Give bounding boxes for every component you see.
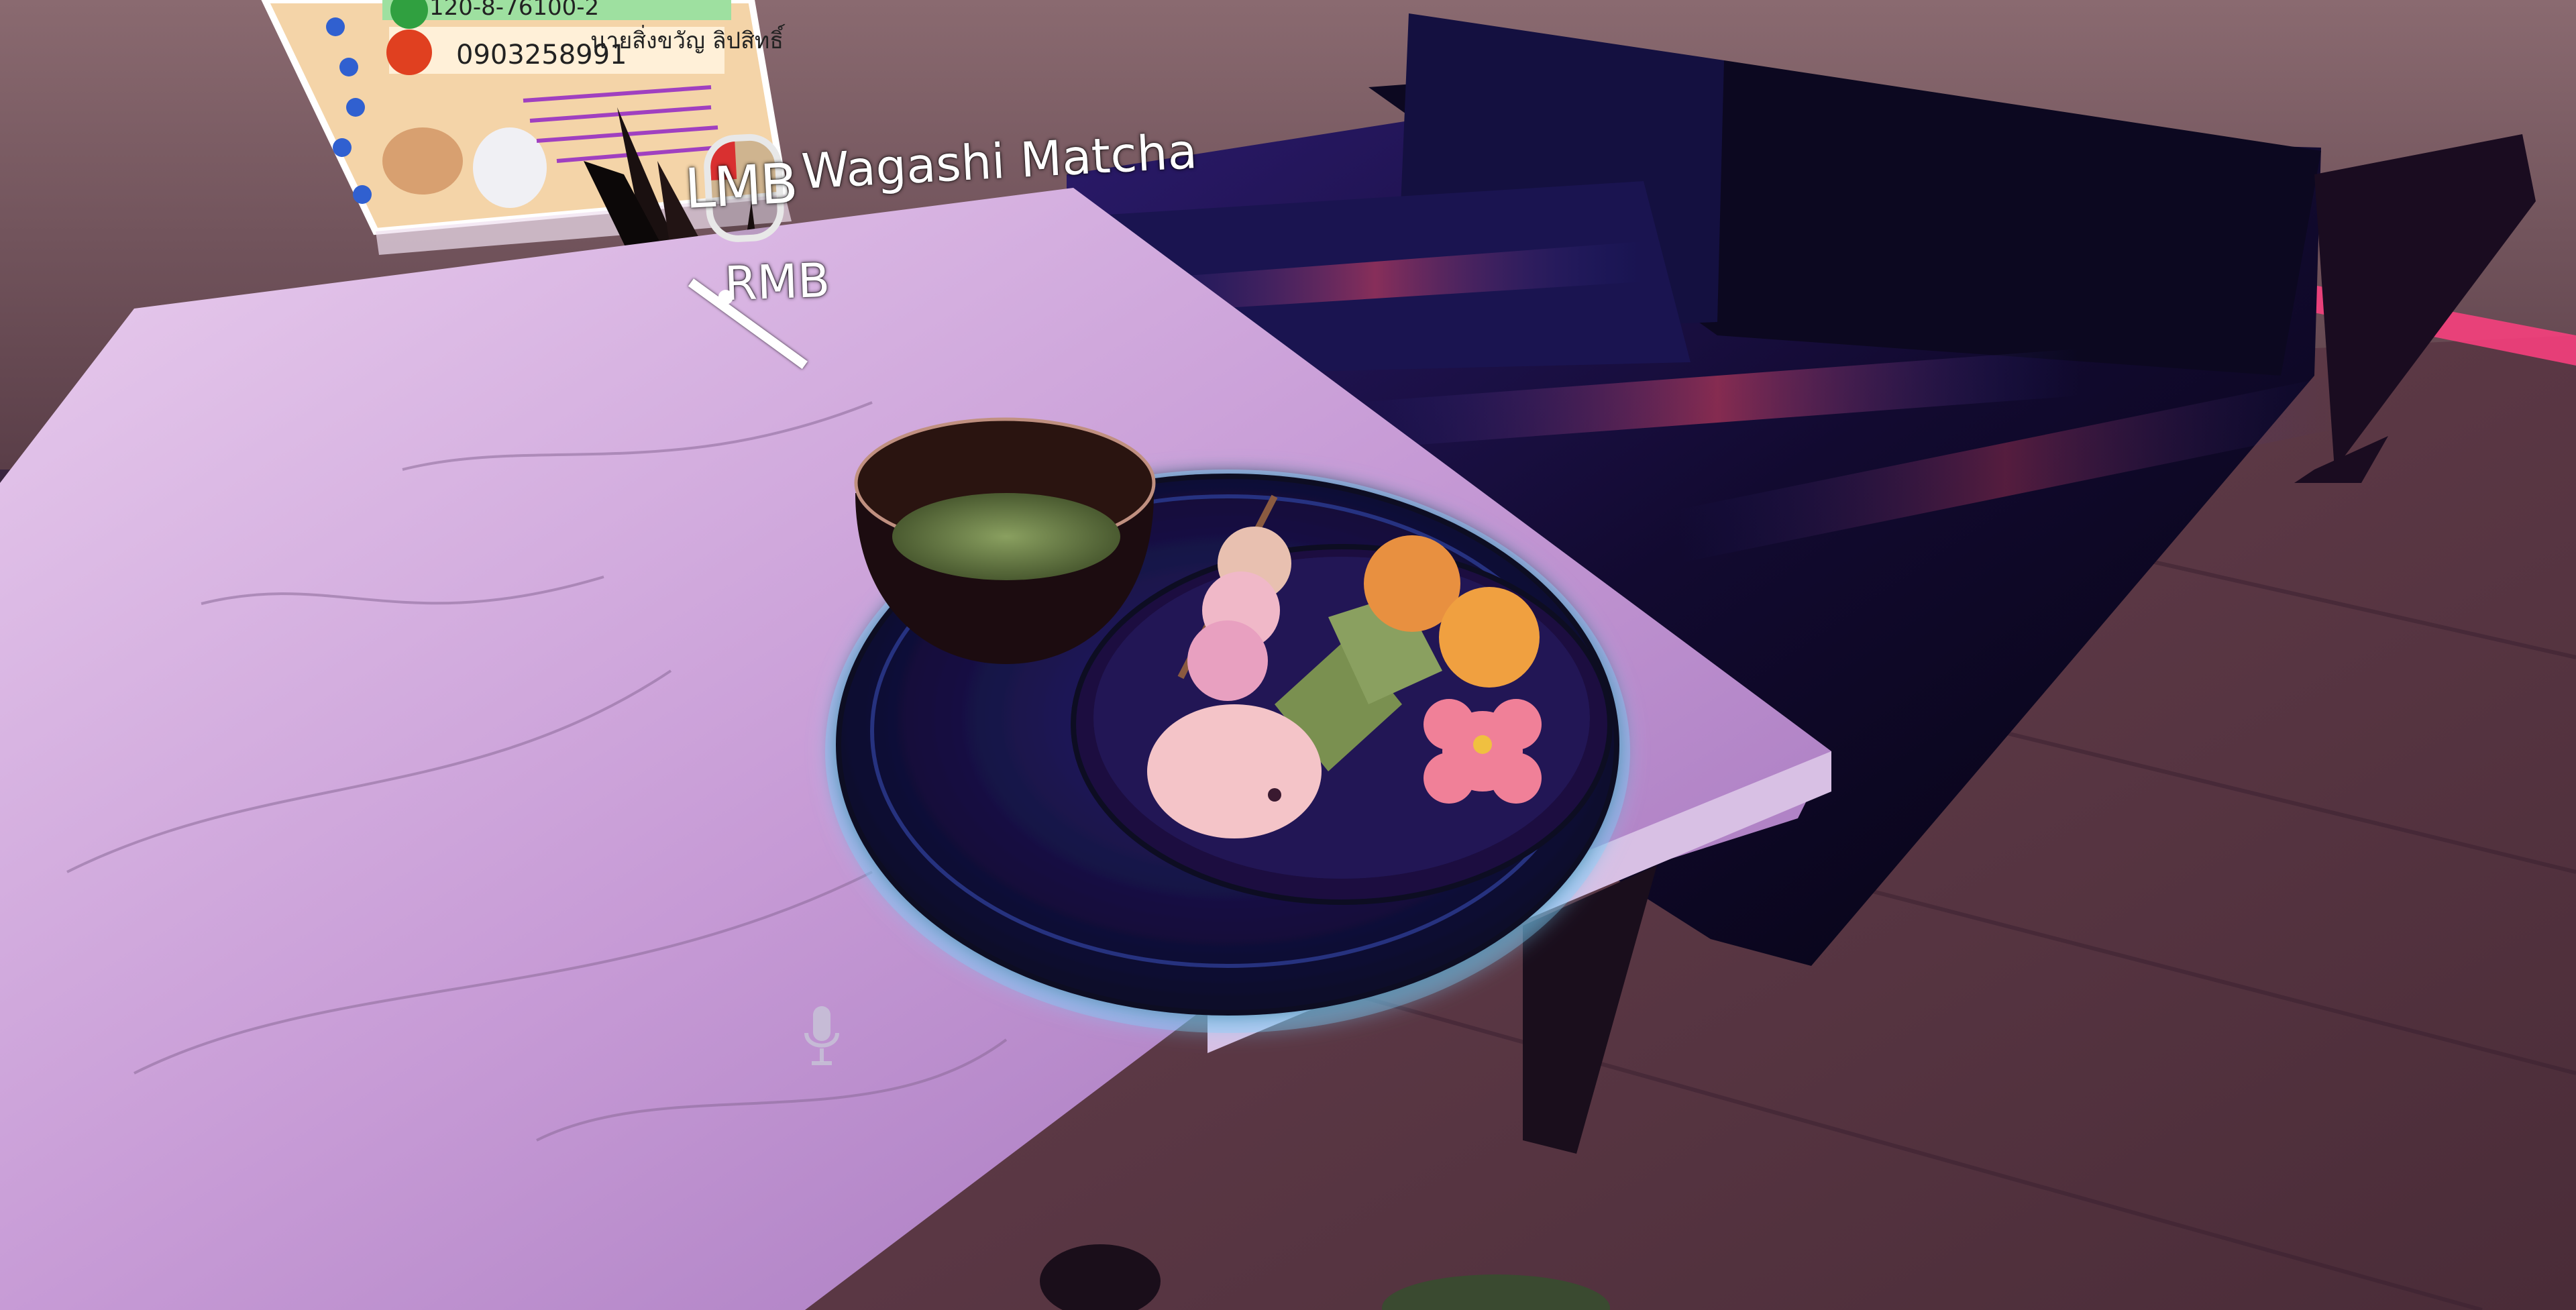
game-scene: 120-8-76100-2 0903258991 นายสิ่งขวัญ ลิป… <box>0 0 2576 1310</box>
microphone-icon <box>804 1006 839 1065</box>
mouse-left-button-icon: LMB <box>682 131 807 244</box>
secondary-action-prompt: RMB <box>688 253 830 370</box>
poster-account-number: 120-8-76100-2 <box>429 0 599 21</box>
interact-key-label: LMB <box>683 152 798 221</box>
poster-name: นายสิ่งขวัญ ลิปสิทธิ์ <box>590 23 786 54</box>
